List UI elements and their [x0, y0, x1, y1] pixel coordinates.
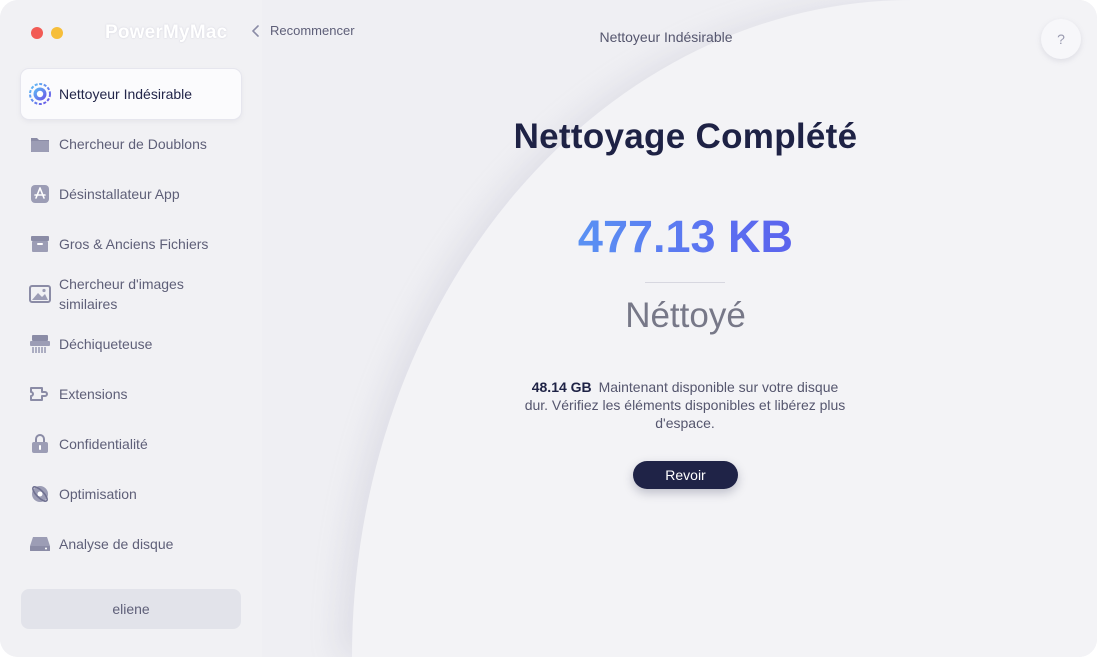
- folder-icon: [29, 133, 51, 155]
- disk-icon: [29, 533, 51, 555]
- shredder-icon: [29, 333, 51, 355]
- cleaned-amount: 477.13 KB: [448, 211, 923, 263]
- archive-box-icon: [29, 233, 51, 255]
- help-button[interactable]: ?: [1041, 19, 1081, 59]
- completion-title: Nettoyage Complété: [513, 117, 858, 156]
- optimization-icon: [29, 483, 51, 505]
- divider: [645, 282, 725, 283]
- sidebar-item-disk-analysis[interactable]: Analyse de disque: [21, 519, 241, 569]
- sidebar-nav: Nettoyeur Indésirable Chercheur de Doubl…: [21, 69, 241, 569]
- page-title: Nettoyeur Indésirable: [599, 29, 733, 45]
- cleaned-label: Néttoyé: [625, 296, 746, 335]
- sidebar-item-junk-cleaner[interactable]: Nettoyeur Indésirable: [21, 69, 241, 119]
- sidebar-item-duplicate-finder[interactable]: Chercheur de Doublons: [21, 119, 241, 169]
- sidebar-item-similar-images[interactable]: Chercheur d'images similaires: [21, 269, 241, 319]
- image-icon: [29, 283, 51, 305]
- user-account-button[interactable]: eliene: [21, 589, 241, 629]
- sidebar-item-label-line1: Chercheur d'images: [59, 276, 184, 292]
- sidebar-item-large-old-files[interactable]: Gros & Anciens Fichiers: [21, 219, 241, 269]
- sidebar: PowerMyMac Nettoyeur Indésirable Cherche…: [0, 0, 262, 657]
- lock-icon: [29, 433, 51, 455]
- sidebar-item-shredder[interactable]: Déchiqueteuse: [21, 319, 241, 369]
- sidebar-item-extensions[interactable]: Extensions: [21, 369, 241, 419]
- plugin-icon: [29, 383, 51, 405]
- review-button[interactable]: Revoir: [633, 461, 738, 489]
- junk-cleaner-icon: [29, 83, 51, 105]
- sidebar-item-app-uninstaller[interactable]: Désinstallateur App: [21, 169, 241, 219]
- app-window: PowerMyMac Nettoyeur Indésirable Cherche…: [0, 0, 1097, 657]
- sidebar-item-label-line2: similaires: [59, 296, 118, 312]
- available-size: 48.14 GB: [531, 379, 592, 395]
- disk-info-text: 48.14 GB Maintenant disponible sur votre…: [520, 378, 850, 432]
- sidebar-item-optimization[interactable]: Optimisation: [21, 469, 241, 519]
- app-store-icon: [29, 183, 51, 205]
- sidebar-item-privacy[interactable]: Confidentialité: [21, 419, 241, 469]
